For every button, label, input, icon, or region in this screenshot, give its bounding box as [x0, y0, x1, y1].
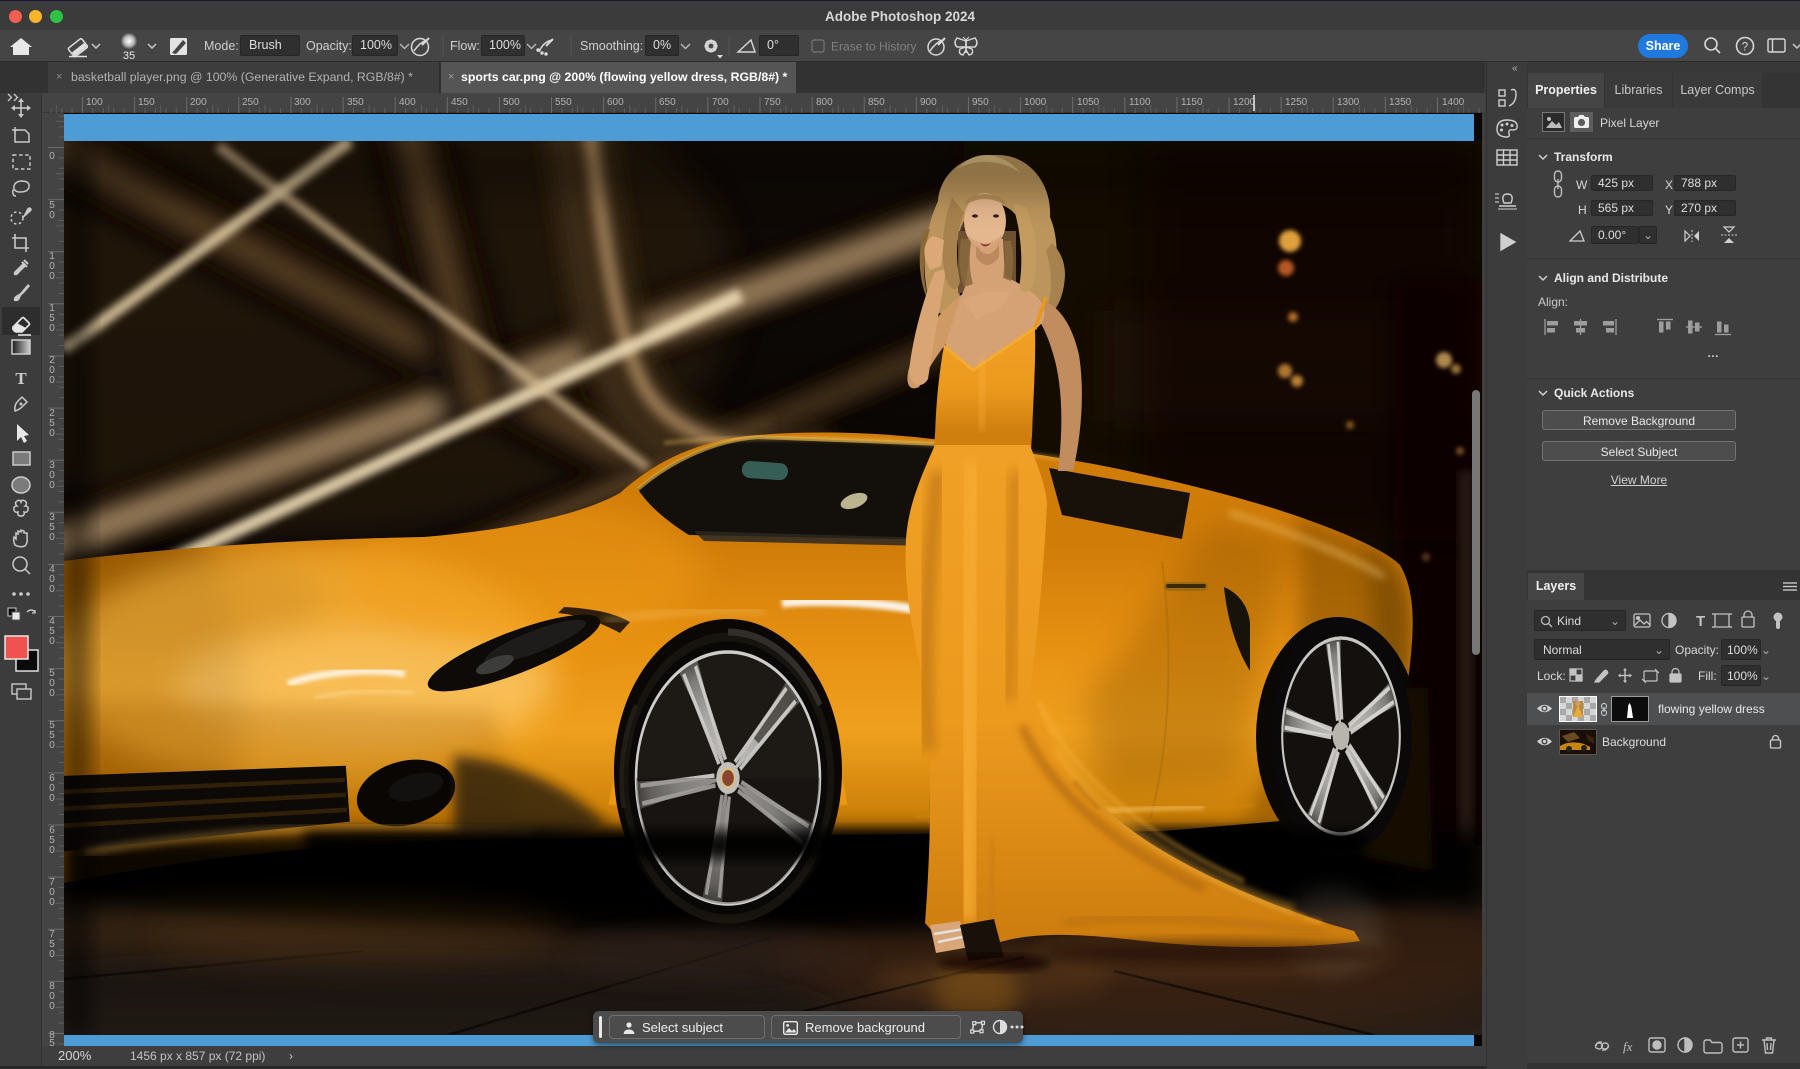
- svg-text:1100: 1100: [1129, 97, 1151, 108]
- svg-text:0: 0: [49, 845, 55, 856]
- svg-text:0: 0: [49, 740, 55, 751]
- svg-text:0: 0: [49, 688, 55, 699]
- svg-text:550: 550: [555, 97, 572, 108]
- svg-text:0: 0: [49, 1001, 55, 1012]
- svg-text:250: 250: [242, 97, 259, 108]
- svg-text:0: 0: [49, 375, 55, 386]
- svg-text:0: 0: [49, 949, 55, 960]
- svg-text:0: 0: [49, 636, 55, 647]
- svg-text:800: 800: [816, 97, 833, 108]
- svg-text:650: 650: [659, 97, 676, 108]
- svg-text:350: 350: [347, 97, 364, 108]
- svg-text:35: 35: [123, 50, 135, 62]
- svg-text:300: 300: [294, 97, 311, 108]
- svg-text:950: 950: [972, 97, 989, 108]
- svg-text:1250: 1250: [1285, 97, 1308, 108]
- svg-text:0: 0: [49, 584, 55, 595]
- svg-text:500: 500: [503, 97, 520, 108]
- svg-text:1350: 1350: [1389, 97, 1412, 108]
- svg-text:750: 750: [764, 97, 781, 108]
- svg-text:600: 600: [607, 97, 624, 108]
- svg-text:0: 0: [49, 210, 55, 221]
- svg-text:fx: fx: [1623, 1039, 1633, 1054]
- svg-text:400: 400: [399, 97, 416, 108]
- svg-text:1300: 1300: [1337, 97, 1360, 108]
- svg-text:0: 0: [49, 323, 55, 334]
- svg-text:0: 0: [49, 897, 55, 908]
- svg-text:0: 0: [49, 793, 55, 804]
- svg-text:700: 700: [712, 97, 729, 108]
- svg-text:450: 450: [451, 97, 468, 108]
- svg-text:0: 0: [49, 532, 55, 543]
- svg-text:?: ?: [1742, 42, 1748, 54]
- svg-text:1000: 1000: [1024, 97, 1047, 108]
- svg-text:900: 900: [920, 97, 937, 108]
- svg-text:0: 0: [49, 480, 55, 491]
- svg-text:1200: 1200: [1233, 97, 1256, 108]
- svg-text:T: T: [15, 369, 27, 388]
- svg-text:1050: 1050: [1077, 97, 1100, 108]
- svg-text:100: 100: [86, 97, 103, 108]
- svg-text:150: 150: [138, 97, 155, 108]
- svg-text:0: 0: [49, 151, 55, 162]
- svg-text:1400: 1400: [1442, 97, 1465, 108]
- svg-text:850: 850: [868, 97, 885, 108]
- svg-text:0: 0: [49, 271, 55, 282]
- svg-text:Erase to History: Erase to History: [831, 40, 916, 54]
- svg-text:200: 200: [190, 97, 207, 108]
- svg-text:T: T: [1696, 613, 1705, 630]
- svg-text:1150: 1150: [1181, 97, 1203, 108]
- svg-text:5: 5: [49, 1038, 55, 1046]
- svg-text:0: 0: [49, 428, 55, 439]
